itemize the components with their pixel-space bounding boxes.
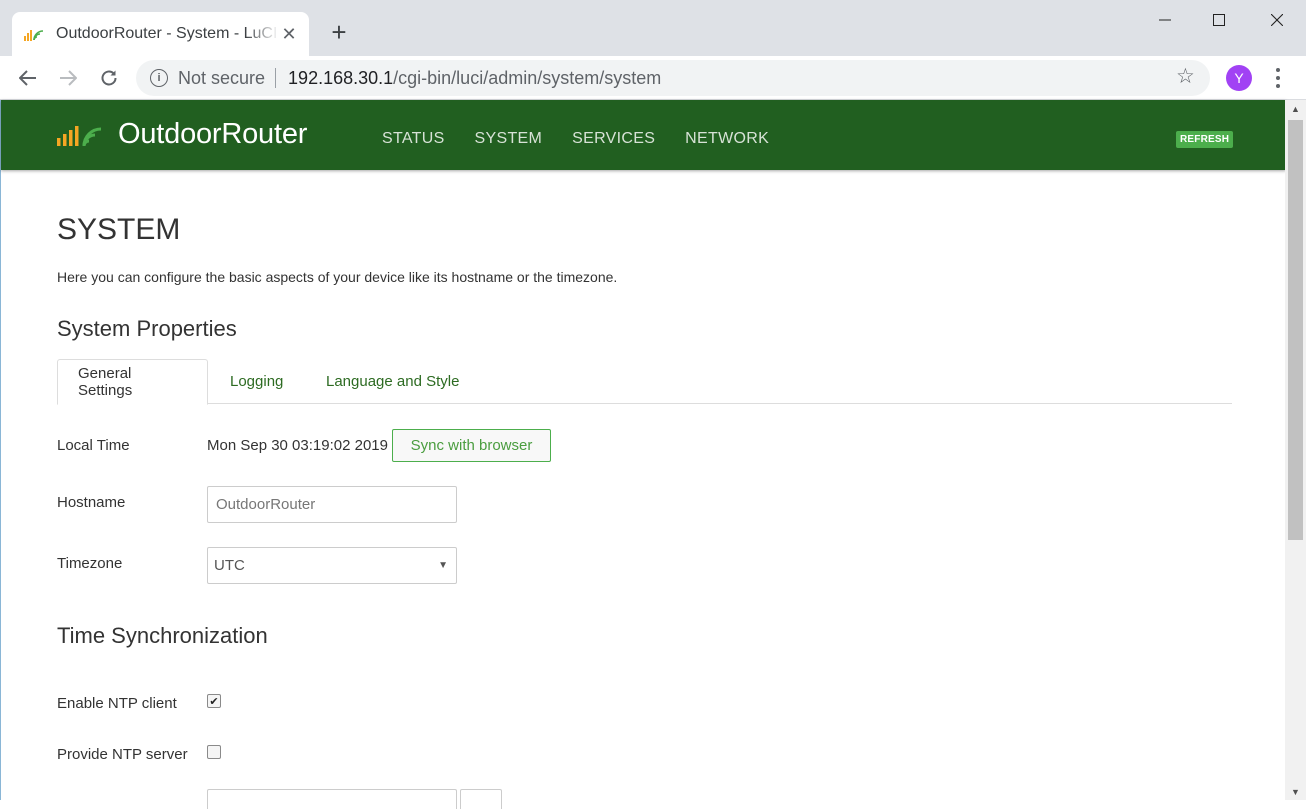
star-icon[interactable]: ☆	[1176, 66, 1195, 88]
brand-name: OutdoorRouter	[118, 118, 308, 150]
browser-tab-strip: OutdoorRouter - System - LuCI ✕ +	[0, 0, 1306, 56]
minimize-icon[interactable]	[1150, 8, 1180, 32]
ntp-server-input[interactable]	[207, 789, 457, 809]
scrollbar-thumb[interactable]	[1288, 120, 1303, 540]
ntp-server-add-button[interactable]	[460, 789, 502, 809]
tab-close-icon[interactable]: ✕	[279, 24, 299, 45]
tab-title: OutdoorRouter - System - LuCI	[56, 25, 278, 42]
signal-logo-icon	[56, 122, 108, 148]
tab-language-and-style[interactable]: Language and Style	[306, 359, 479, 404]
hostname-input[interactable]	[207, 486, 457, 523]
page-scrollbar[interactable]: ▲ ▼	[1285, 100, 1306, 800]
reload-icon[interactable]	[95, 64, 123, 92]
nav-network[interactable]: NETWORK	[685, 130, 769, 148]
main-nav: STATUS SYSTEM SERVICES NETWORK	[382, 130, 799, 148]
refresh-badge[interactable]: REFRESH	[1176, 131, 1234, 148]
tab-logging[interactable]: Logging	[210, 359, 303, 404]
sync-with-browser-button[interactable]: Sync with browser	[392, 429, 551, 462]
scroll-up-icon[interactable]: ▲	[1285, 100, 1306, 117]
profile-avatar[interactable]: Y	[1226, 65, 1252, 91]
url-path: /cgi-bin/luci/admin/system/system	[393, 67, 662, 88]
hostname-label: Hostname	[57, 494, 126, 511]
forward-icon[interactable]	[54, 64, 82, 92]
tab-general-settings[interactable]: General Settings	[57, 359, 208, 405]
nav-status[interactable]: STATUS	[382, 130, 445, 148]
timezone-selected-value: UTC	[214, 557, 245, 574]
url-host: 192.168.30.1	[288, 67, 394, 88]
security-label: Not secure	[178, 67, 266, 88]
timezone-label: Timezone	[57, 555, 123, 572]
signal-favicon-icon	[24, 27, 44, 41]
local-time-label: Local Time	[57, 437, 130, 454]
scroll-down-icon[interactable]: ▼	[1285, 783, 1306, 800]
app-header: OutdoorRouter STATUS SYSTEM SERVICES NET…	[1, 100, 1286, 170]
provide-ntp-server-checkbox[interactable]	[207, 745, 221, 759]
brand[interactable]: OutdoorRouter	[56, 118, 307, 151]
back-icon[interactable]	[14, 64, 42, 92]
enable-ntp-client-label: Enable NTP client	[57, 695, 177, 712]
checkmark-icon: ✔	[209, 695, 219, 708]
enable-ntp-client-checkbox[interactable]: ✔	[207, 694, 221, 708]
address-separator	[275, 68, 277, 88]
provide-ntp-server-label: Provide NTP server	[57, 746, 188, 763]
info-icon[interactable]: i	[150, 69, 168, 87]
nav-system[interactable]: SYSTEM	[475, 130, 543, 148]
browser-tab[interactable]: OutdoorRouter - System - LuCI ✕	[12, 12, 309, 56]
settings-tabs: General Settings Logging Language and St…	[57, 359, 1232, 405]
section-time-synchronization: Time Synchronization	[57, 623, 268, 648]
maximize-icon[interactable]	[1204, 8, 1234, 32]
close-icon[interactable]	[1262, 8, 1292, 32]
page-description: Here you can configure the basic aspects…	[57, 269, 618, 285]
kebab-menu-icon[interactable]	[1270, 66, 1286, 90]
local-time-value: Mon Sep 30 03:19:02 2019	[207, 437, 388, 454]
chevron-down-icon: ▼	[438, 560, 448, 571]
nav-services[interactable]: SERVICES	[572, 130, 655, 148]
page-title: SYSTEM	[57, 213, 181, 246]
page-viewport: OutdoorRouter STATUS SYSTEM SERVICES NET…	[0, 100, 1306, 809]
timezone-select[interactable]: UTC ▼	[207, 547, 457, 584]
new-tab-button[interactable]: +	[326, 18, 352, 46]
section-system-properties: System Properties	[57, 316, 237, 341]
address-bar[interactable]: i Not secure 192.168.30.1/cgi-bin/luci/a…	[136, 60, 1210, 96]
browser-toolbar: i Not secure 192.168.30.1/cgi-bin/luci/a…	[0, 56, 1306, 100]
